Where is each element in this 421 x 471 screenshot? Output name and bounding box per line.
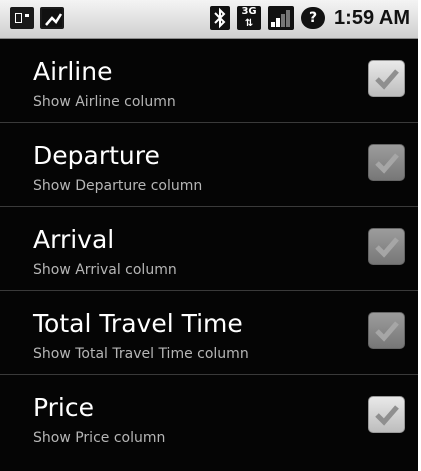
total-travel-time-checkbox[interactable] xyxy=(368,312,405,349)
screen: 3G ⇅ ? 1:59 AM Airline Show Airline colum… xyxy=(0,0,418,471)
departure-checkbox[interactable] xyxy=(368,144,405,181)
preference-summary: Show Total Travel Time column xyxy=(33,346,249,362)
bluetooth-icon xyxy=(210,6,231,30)
preference-title: Airline xyxy=(33,57,113,86)
usb-icon xyxy=(40,7,64,29)
checkmark-icon xyxy=(375,69,399,90)
preferences-list: Airline Show Airline column Departure Sh… xyxy=(0,39,418,458)
preference-title: Arrival xyxy=(33,225,115,254)
checkmark-icon xyxy=(375,237,399,258)
preference-summary: Show Airline column xyxy=(33,94,176,110)
preference-row-total-travel-time[interactable]: Total Travel Time Show Total Travel Time… xyxy=(0,291,418,375)
preference-summary: Show Arrival column xyxy=(33,262,177,278)
checkmark-icon xyxy=(375,153,399,174)
preference-row-airline[interactable]: Airline Show Airline column xyxy=(0,39,418,123)
preference-summary: Show Price column xyxy=(33,430,166,446)
price-checkbox[interactable] xyxy=(368,396,405,433)
sd-card-icon xyxy=(10,7,34,29)
arrival-checkbox[interactable] xyxy=(368,228,405,265)
preference-title: Departure xyxy=(33,141,160,170)
3g-icon: 3G ⇅ xyxy=(237,6,262,30)
help-icon: ? xyxy=(301,7,326,29)
preference-title: Total Travel Time xyxy=(33,309,243,338)
status-bar: 3G ⇅ ? 1:59 AM xyxy=(0,0,418,39)
preference-summary: Show Departure column xyxy=(33,178,203,194)
checkmark-icon xyxy=(375,405,399,426)
preference-title: Price xyxy=(33,393,94,422)
preference-row-price[interactable]: Price Show Price column xyxy=(0,375,418,458)
airline-checkbox[interactable] xyxy=(368,60,405,97)
preference-row-arrival[interactable]: Arrival Show Arrival column xyxy=(0,207,418,291)
signal-icon xyxy=(268,6,295,30)
status-clock: 1:59 AM xyxy=(334,6,410,29)
checkmark-icon xyxy=(375,321,399,342)
preference-row-departure[interactable]: Departure Show Departure column xyxy=(0,123,418,207)
